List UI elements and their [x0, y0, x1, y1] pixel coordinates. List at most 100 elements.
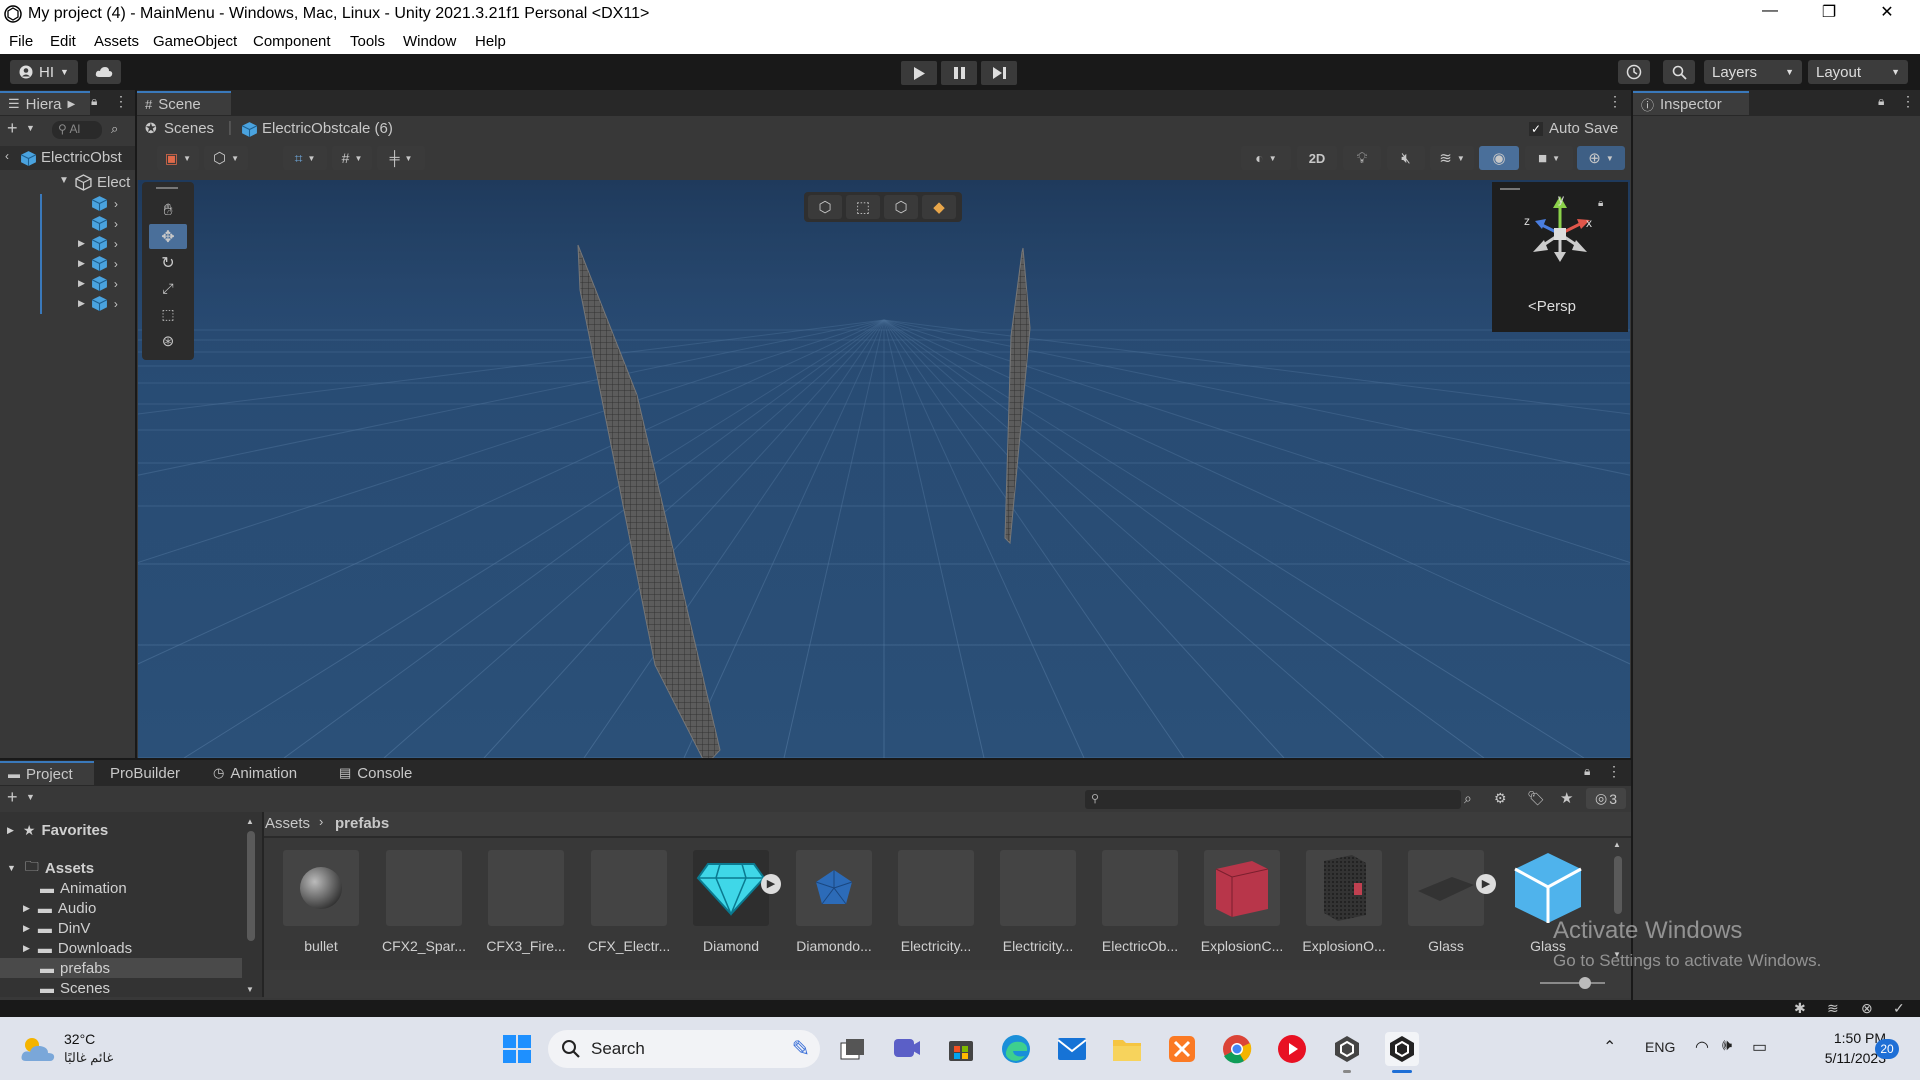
face-mode-button[interactable]: ◆	[922, 195, 956, 219]
persp-label[interactable]: <Persp	[1528, 298, 1576, 315]
tree-folder-dinv[interactable]: ▶ ▬ DinV	[0, 918, 90, 938]
play-button[interactable]	[901, 61, 937, 85]
chevron-right-icon[interactable]: ▶	[78, 298, 85, 309]
rotate-tool[interactable]: ↻	[149, 250, 187, 275]
mode-2d-toggle[interactable]: 2D	[1297, 146, 1337, 170]
breadcrumb-prefabs[interactable]: prefabs	[335, 815, 389, 832]
type-filter-icon[interactable]: ⚙︎	[1494, 790, 1507, 807]
hierarchy-prefab-header[interactable]: ‹ ElectricObst	[0, 146, 135, 170]
cloud-button[interactable]	[87, 60, 121, 84]
tab-project[interactable]: ▬ Project	[0, 761, 94, 785]
label-filter-icon[interactable]: 🏷︎	[1527, 790, 1545, 807]
tree-folder-animation[interactable]: ▬ Animation	[0, 878, 127, 898]
minimize-button[interactable]: —	[1747, 2, 1793, 27]
menu-tools[interactable]: Tools	[350, 33, 385, 50]
zoom-slider-thumb[interactable]	[1579, 977, 1591, 989]
stack-icon[interactable]: ≋	[1827, 1000, 1839, 1017]
start-button[interactable]	[500, 1032, 534, 1066]
asset-item[interactable]: CFX2_Spar...	[379, 850, 469, 954]
more-icon[interactable]: ⋮	[1607, 763, 1621, 780]
tree-assets[interactable]: ▼ 🗀︎ Assets	[0, 858, 94, 878]
menu-gameobject[interactable]: GameObject	[153, 33, 237, 50]
pivot-toggle[interactable]: ⌗ ▼	[283, 146, 327, 170]
tab-inspector[interactable]: ⓘ Inspector	[1633, 91, 1749, 115]
menu-window[interactable]: Window	[403, 33, 456, 50]
notification-badge[interactable]: 20	[1875, 1039, 1899, 1059]
network-icon[interactable]: ⊗	[1861, 1000, 1873, 1017]
mail-button[interactable]	[1055, 1032, 1089, 1066]
chevron-down-icon[interactable]: ▼	[246, 985, 254, 994]
tree-favorites[interactable]: ▶ ★ Favorites	[0, 820, 108, 840]
xampp-button[interactable]	[1165, 1032, 1199, 1066]
add-icon[interactable]: +	[7, 787, 18, 808]
move-tool[interactable]: ✥	[149, 224, 187, 249]
lighting-toggle[interactable]: 💡︎	[1343, 146, 1381, 170]
clock-date[interactable]: 5/11/2023	[1796, 1050, 1886, 1066]
increment-snap-toggle[interactable]: ╪ ▼	[377, 146, 425, 170]
asset-item[interactable]: bullet	[276, 850, 366, 954]
scale-tool[interactable]: ⤢	[149, 276, 187, 301]
draw-mode-dropdown[interactable]: ▣ ▼	[157, 146, 199, 170]
breadcrumb-object[interactable]: ElectricObstcale (6)	[262, 120, 393, 137]
chevron-left-icon[interactable]: ‹	[5, 149, 9, 163]
search-filter-icon[interactable]: ⌕	[111, 121, 118, 137]
chevron-right-icon[interactable]: ›	[114, 197, 118, 211]
asset-item[interactable]: ExplosionO...	[1299, 850, 1389, 954]
render-mode-dropdown[interactable]: ⬡ ▼	[204, 146, 248, 170]
battery-icon[interactable]: ▭	[1752, 1037, 1767, 1057]
checkbox-icon[interactable]: ✓	[1529, 121, 1543, 136]
chevron-right-icon[interactable]: ▶	[7, 825, 14, 836]
zoom-slider-track[interactable]	[1540, 982, 1605, 984]
star-icon[interactable]: ★	[1560, 789, 1573, 807]
close-button[interactable]: ✕	[1864, 2, 1910, 27]
tab-console[interactable]: ▤ Console	[331, 761, 420, 785]
chrome-button[interactable]	[1220, 1032, 1254, 1066]
layout-dropdown[interactable]: Layout ▼	[1808, 60, 1908, 84]
tab-animation[interactable]: ◷ Animation	[205, 761, 305, 785]
file-explorer-button[interactable]	[1110, 1032, 1144, 1066]
tree-folder-scenes[interactable]: ▬ Scenes	[0, 978, 110, 998]
menu-help[interactable]: Help	[475, 33, 506, 50]
camera-dropdown[interactable]: ■ ▼	[1525, 146, 1573, 170]
chevron-right-icon[interactable]: ▶	[78, 278, 85, 289]
tree-scrollbar[interactable]: ▲ ▼	[245, 817, 257, 997]
drag-handle[interactable]	[156, 187, 178, 189]
edge-mode-button[interactable]: ⬡	[884, 195, 918, 219]
media-player-button[interactable]	[1275, 1032, 1309, 1066]
hierarchy-child-row[interactable]: ▶ ›	[40, 234, 118, 253]
history-button[interactable]	[1618, 60, 1650, 84]
audio-toggle[interactable]: 🔇︎	[1387, 146, 1425, 170]
step-button[interactable]	[981, 61, 1017, 85]
asset-item[interactable]: Diamondo...	[789, 850, 879, 954]
tree-folder-downloads[interactable]: ▶ ▬ Downloads	[0, 938, 132, 958]
tab-scene[interactable]: # Scene	[137, 91, 231, 115]
chevron-up-icon[interactable]: ⌃	[1603, 1037, 1616, 1057]
edge-button[interactable]	[999, 1032, 1033, 1066]
chevron-right-icon[interactable]: ▶	[23, 943, 30, 954]
breadcrumb-assets[interactable]: Assets	[265, 815, 310, 832]
chevron-up-icon[interactable]: ▲	[1613, 840, 1621, 849]
asset-item[interactable]: CFX_Electr...	[584, 850, 674, 954]
project-search-input[interactable]: ⚲	[1085, 790, 1461, 809]
chevron-up-icon[interactable]: ▲	[246, 817, 254, 826]
auto-save-toggle[interactable]: ✓ Auto Save	[1529, 120, 1618, 137]
effects-dropdown[interactable]: ≋ ▼	[1430, 146, 1474, 170]
chevron-right-icon[interactable]: ▶	[78, 258, 85, 269]
object-mode-button[interactable]: ⬡	[808, 195, 842, 219]
language-indicator[interactable]: ENG	[1645, 1039, 1675, 1055]
visibility-toggle[interactable]: ◉	[1479, 146, 1519, 170]
chevron-down-icon[interactable]: ▼	[7, 863, 16, 873]
bug-icon[interactable]: ✱	[1794, 1000, 1806, 1017]
hierarchy-child-row[interactable]: ›	[40, 194, 118, 213]
unity-hub-button[interactable]	[1330, 1032, 1364, 1066]
vertex-mode-button[interactable]: ⬚	[846, 195, 880, 219]
add-icon[interactable]: +	[7, 118, 18, 139]
grid-scroll-thumb[interactable]	[1614, 856, 1622, 914]
search-button[interactable]	[1663, 60, 1695, 84]
hierarchy-child-row[interactable]: ▶ ›	[40, 254, 118, 273]
wifi-icon[interactable]: ◠	[1695, 1037, 1709, 1057]
asset-item[interactable]: ElectricOb...	[1095, 850, 1185, 954]
chevron-right-icon[interactable]: ▶	[78, 238, 85, 249]
hierarchy-item-elect[interactable]: ▼ Elect	[0, 173, 135, 193]
asset-item[interactable]: Electricity...	[993, 850, 1083, 954]
